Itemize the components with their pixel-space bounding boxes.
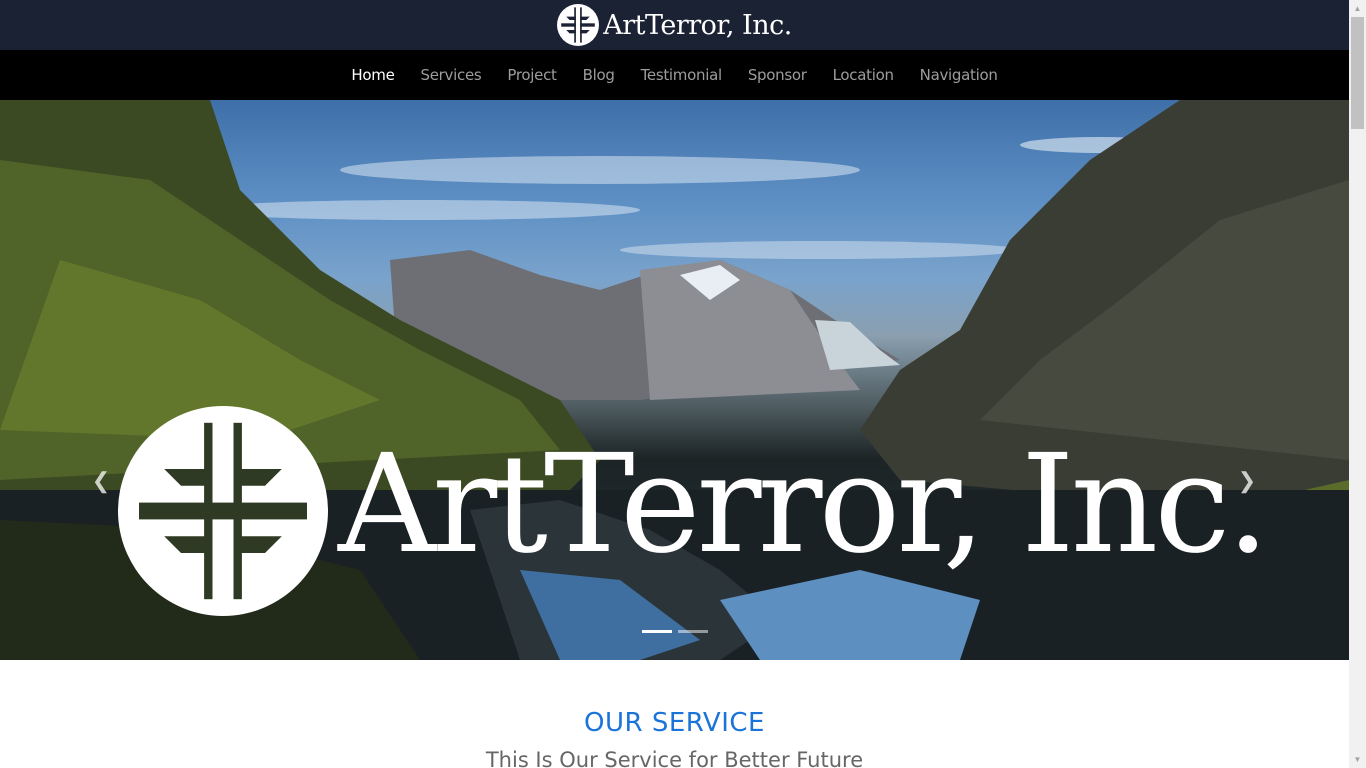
- service-subtitle: This Is Our Service for Better Future: [485, 748, 864, 768]
- hero-logo: ArtTerror, Inc.: [118, 406, 1270, 616]
- carousel-indicator-1[interactable]: [642, 630, 672, 633]
- nav-item-navigation[interactable]: Navigation: [907, 50, 1011, 100]
- chevron-right-icon: ❯: [1237, 468, 1257, 493]
- carousel-indicators: [642, 630, 708, 633]
- scrollbar-thumb[interactable]: [1351, 17, 1364, 129]
- nav-item-location[interactable]: Location: [820, 50, 907, 100]
- nav-list: Home Services Project Blog Testimonial S…: [338, 50, 1010, 100]
- chevron-left-icon: ❮: [91, 468, 111, 493]
- hero-logo-icon: [118, 406, 328, 616]
- nav-item-services[interactable]: Services: [408, 50, 495, 100]
- brand-link[interactable]: ArtTerror, Inc.: [557, 4, 792, 46]
- nav-item-project[interactable]: Project: [494, 50, 569, 100]
- brand-bar: ArtTerror, Inc.: [0, 0, 1349, 50]
- brand-logo-icon: [557, 4, 600, 46]
- carousel-indicator-2[interactable]: [678, 630, 708, 633]
- scroll-down-icon[interactable]: ▼: [1349, 751, 1366, 768]
- service-title: OUR SERVICE: [584, 708, 765, 738]
- carousel-next-button[interactable]: ❯: [1232, 466, 1262, 496]
- nav-item-sponsor[interactable]: Sponsor: [735, 50, 820, 100]
- hero-carousel: ArtTerror, Inc. ❮ ❯: [0, 100, 1349, 660]
- main-nav: Home Services Project Blog Testimonial S…: [0, 50, 1349, 100]
- nav-item-blog[interactable]: Blog: [570, 50, 628, 100]
- hero-title: ArtTerror, Inc.: [338, 426, 1270, 584]
- carousel-prev-button[interactable]: ❮: [86, 466, 116, 496]
- scroll-up-icon[interactable]: ▲: [1349, 0, 1366, 17]
- brand-name: ArtTerror, Inc.: [603, 9, 792, 41]
- vertical-scrollbar[interactable]: ▲ ▼: [1349, 0, 1366, 768]
- page: ArtTerror, Inc. Home Services Project Bl…: [0, 0, 1349, 768]
- nav-item-testimonial[interactable]: Testimonial: [628, 50, 735, 100]
- service-section: OUR SERVICE This Is Our Service for Bett…: [0, 660, 1349, 768]
- nav-item-home[interactable]: Home: [338, 50, 407, 100]
